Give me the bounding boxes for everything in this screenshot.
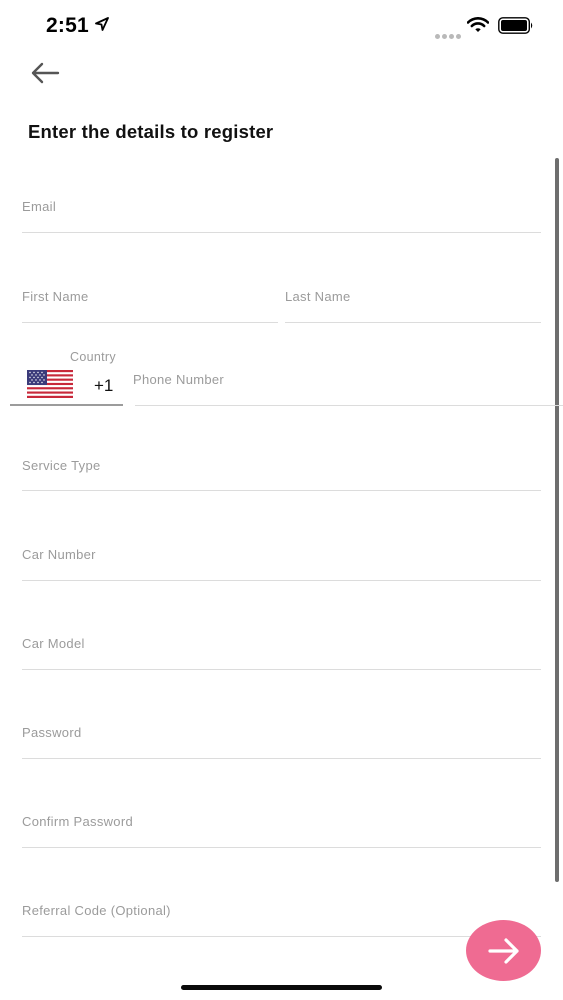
phone-number-field[interactable]: Phone Number xyxy=(133,364,553,394)
password-field[interactable]: Password xyxy=(22,715,541,759)
home-indicator[interactable] xyxy=(181,985,382,990)
car-number-field[interactable]: Car Number xyxy=(22,537,541,581)
password-placeholder: Password xyxy=(22,725,82,740)
service-type-field[interactable]: Service Type xyxy=(22,448,541,491)
next-button[interactable] xyxy=(466,920,541,981)
email-field[interactable]: Email xyxy=(22,190,541,233)
confirm-password-placeholder: Confirm Password xyxy=(22,814,133,829)
scrollbar[interactable] xyxy=(555,158,559,882)
arrow-right-icon xyxy=(487,937,519,964)
country-dial-code[interactable]: +1 xyxy=(94,376,113,396)
car-model-field[interactable]: Car Model xyxy=(22,626,541,670)
page-title: Enter the details to register xyxy=(28,121,274,142)
status-time: 2:51 xyxy=(46,14,89,37)
signal-dots-icon xyxy=(435,26,463,44)
referral-code-field[interactable]: Referral Code (Optional) xyxy=(22,893,541,937)
arrow-left-icon[interactable] xyxy=(30,60,60,86)
battery-icon xyxy=(498,17,533,34)
email-underline xyxy=(22,232,541,233)
us-flag-icon[interactable] xyxy=(27,370,73,398)
email-placeholder: Email xyxy=(22,199,57,214)
last-name-underline xyxy=(285,322,541,323)
car-model-placeholder: Car Model xyxy=(22,636,85,651)
phone-placeholder: Phone Number xyxy=(133,372,225,387)
wifi-icon xyxy=(467,17,489,32)
car-number-underline xyxy=(22,580,541,581)
phone-underline xyxy=(135,405,563,406)
country-underline xyxy=(10,404,123,406)
service-type-underline xyxy=(22,490,541,491)
last-name-placeholder: Last Name xyxy=(285,289,351,304)
password-underline xyxy=(22,758,541,759)
first-name-field[interactable]: First Name xyxy=(22,280,278,323)
confirm-password-field[interactable]: Confirm Password xyxy=(22,804,541,848)
last-name-field[interactable]: Last Name xyxy=(285,280,541,323)
confirm-password-underline xyxy=(22,847,541,848)
first-name-placeholder: First Name xyxy=(22,289,89,304)
service-type-placeholder: Service Type xyxy=(22,458,101,473)
first-name-underline xyxy=(22,322,278,323)
country-label: Country xyxy=(70,350,116,364)
car-number-placeholder: Car Number xyxy=(22,547,96,562)
referral-code-underline xyxy=(22,936,541,937)
referral-code-placeholder: Referral Code (Optional) xyxy=(22,903,171,918)
location-arrow-icon xyxy=(95,17,109,31)
car-model-underline xyxy=(22,669,541,670)
